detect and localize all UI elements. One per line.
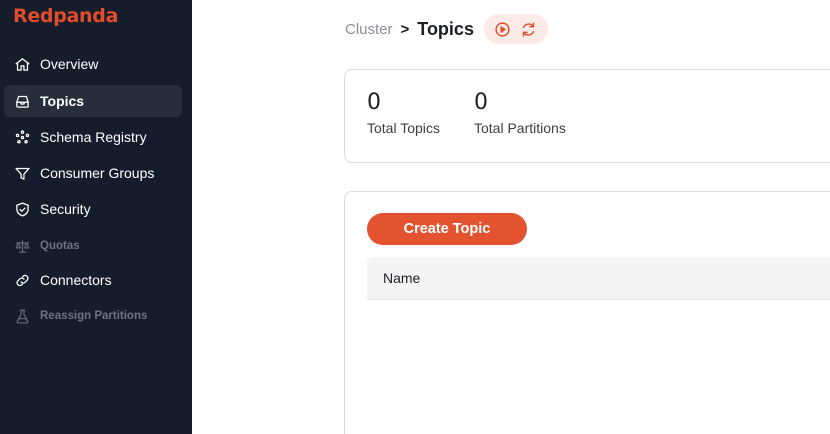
sidebar-item-consumer-groups[interactable]: Consumer Groups: [4, 157, 182, 189]
sidebar-item-label: Quotas: [40, 240, 80, 252]
sidebar-item-security[interactable]: Security: [4, 193, 182, 225]
sidebar-item-schema-registry[interactable]: Schema Registry: [4, 121, 182, 153]
create-topic-button[interactable]: Create Topic: [367, 213, 527, 245]
column-header-name[interactable]: Name: [383, 270, 420, 286]
breadcrumb: Cluster > Topics: [345, 14, 548, 44]
stat-label: Total Partitions: [474, 120, 566, 136]
stat-total-partitions: 0 Total Partitions: [474, 90, 566, 136]
page-title: Topics: [417, 18, 474, 39]
redpanda-logo[interactable]: Redpanda: [13, 5, 118, 27]
sidebar-item-label: Overview: [40, 56, 99, 72]
sidebar-item-label: Topics: [40, 93, 85, 109]
table-header: Name: [367, 257, 830, 300]
funnel-icon: [13, 164, 31, 182]
breadcrumb-separator: >: [400, 20, 410, 38]
sidebar-item-label: Connectors: [40, 272, 112, 288]
topics-card: Create Topic Name: [344, 191, 830, 434]
sidebar-item-reassign-partitions: Reassign Partitions: [4, 300, 182, 332]
refresh-icon[interactable]: [519, 19, 539, 39]
stat-label: Total Topics: [367, 120, 440, 136]
play-circle-icon[interactable]: [493, 19, 513, 39]
link-icon: [13, 271, 31, 289]
page-actions: [483, 14, 548, 44]
sidebar-item-overview[interactable]: Overview: [4, 48, 182, 80]
sidebar-item-quotas: Quotas: [4, 230, 182, 262]
inbox-icon: [13, 92, 31, 110]
sidebar-item-label: Schema Registry: [40, 129, 147, 145]
stats-card: 0 Total Topics 0 Total Partitions: [344, 69, 830, 163]
sidebar-item-topics[interactable]: Topics: [4, 85, 182, 117]
shield-icon: [13, 200, 31, 218]
home-icon: [13, 55, 31, 73]
sidebar: Redpanda Overview Topics Schema Registry…: [0, 0, 192, 434]
breadcrumb-cluster-link[interactable]: Cluster: [345, 21, 393, 38]
stat-total-topics: 0 Total Topics: [367, 90, 440, 136]
schema-icon: [13, 128, 31, 146]
beaker-icon: [13, 307, 31, 325]
scale-icon: [13, 237, 31, 255]
sidebar-item-label: Security: [40, 201, 91, 217]
stat-value: 0: [367, 90, 381, 115]
sidebar-item-connectors[interactable]: Connectors: [4, 264, 182, 296]
stat-value: 0: [474, 90, 488, 115]
sidebar-item-label: Consumer Groups: [40, 165, 155, 181]
sidebar-item-label: Reassign Partitions: [40, 310, 148, 322]
